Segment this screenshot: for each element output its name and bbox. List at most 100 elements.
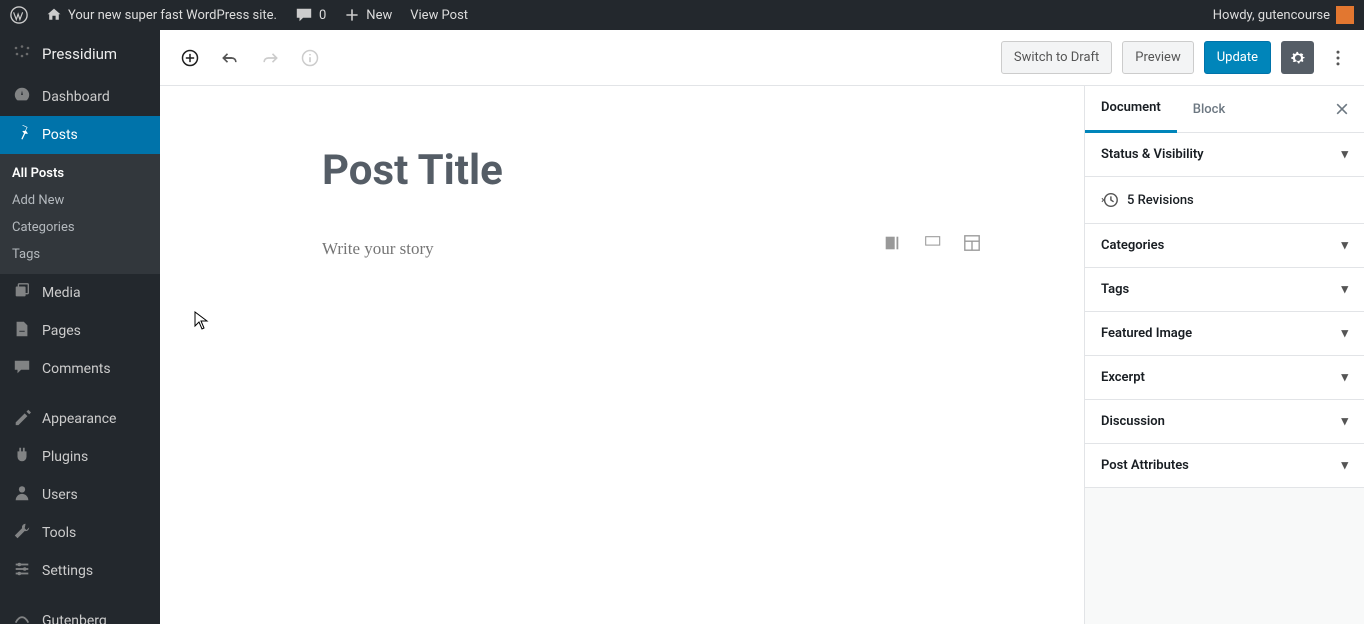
dashboard-icon xyxy=(12,86,32,108)
submenu-tags[interactable]: Tags xyxy=(0,241,160,268)
menu-plugins[interactable]: Plugins xyxy=(0,438,160,476)
page-icon xyxy=(12,320,32,342)
menu-plugins-label: Plugins xyxy=(42,449,88,465)
appearance-icon xyxy=(12,408,32,430)
menu-posts[interactable]: Posts xyxy=(0,116,160,154)
panel-tags[interactable]: Tags▾ xyxy=(1085,268,1364,312)
editor: Switch to Draft Preview Update xyxy=(160,30,1364,624)
chevron-down-icon: ▾ xyxy=(1341,326,1348,341)
menu-dashboard-label: Dashboard xyxy=(42,89,110,105)
menu-comments[interactable]: Comments xyxy=(0,350,160,388)
redo-button[interactable] xyxy=(252,40,288,76)
howdy-text: Howdy, gutencourse xyxy=(1213,8,1330,23)
menu-media-label: Media xyxy=(42,285,81,301)
menu-media[interactable]: Media xyxy=(0,274,160,312)
settings-tabs: Document Block xyxy=(1085,86,1364,133)
new-link[interactable]: New xyxy=(344,7,392,23)
panel-attributes[interactable]: Post Attributes▾ xyxy=(1085,444,1364,488)
chevron-down-icon: ▾ xyxy=(1341,147,1348,162)
settings-toggle-button[interactable] xyxy=(1281,41,1314,74)
cursor-icon xyxy=(194,311,210,331)
site-link[interactable]: Your new super fast WordPress site. xyxy=(46,7,277,23)
brand-item[interactable]: Pressidium xyxy=(0,30,160,78)
posts-submenu: All Posts Add New Categories Tags xyxy=(0,154,160,274)
history-icon xyxy=(1101,191,1119,209)
kebab-icon xyxy=(1328,48,1348,68)
menu-pages-label: Pages xyxy=(42,323,81,339)
panel-revisions[interactable]: 5 Revisions xyxy=(1085,177,1364,224)
post-title-input[interactable] xyxy=(322,146,922,195)
editor-header: Switch to Draft Preview Update xyxy=(160,30,1364,86)
switch-to-draft-button[interactable]: Switch to Draft xyxy=(1001,41,1112,74)
submenu-all-posts[interactable]: All Posts xyxy=(0,160,160,187)
media-icon xyxy=(12,282,32,304)
comment-icon xyxy=(295,6,313,24)
update-button[interactable]: Update xyxy=(1204,41,1271,74)
chevron-down-icon: ▾ xyxy=(1341,370,1348,385)
chevron-down-icon: ▾ xyxy=(1341,282,1348,297)
comments-icon xyxy=(12,358,32,380)
info-button[interactable] xyxy=(292,40,328,76)
more-menu-button[interactable] xyxy=(1324,40,1352,76)
menu-gutenberg-label: Gutenberg xyxy=(42,613,107,624)
panel-discussion[interactable]: Discussion▾ xyxy=(1085,400,1364,444)
menu-pages[interactable]: Pages xyxy=(0,312,160,350)
tools-icon xyxy=(12,522,32,544)
pin-icon xyxy=(12,124,32,146)
plugin-icon xyxy=(12,446,32,468)
gutenberg-icon xyxy=(12,610,32,624)
settings-panel: Document Block Status & Visibility▾ 5 Re… xyxy=(1084,86,1364,624)
chevron-down-icon: ▾ xyxy=(1341,238,1348,253)
chevron-down-icon: ▾ xyxy=(1341,458,1348,473)
brand-icon xyxy=(12,42,32,66)
site-name: Your new super fast WordPress site. xyxy=(68,8,277,23)
gear-icon xyxy=(1289,49,1307,67)
menu-gutenberg[interactable]: Gutenberg xyxy=(0,602,160,624)
admin-bar-left: Your new super fast WordPress site. 0 Ne… xyxy=(10,6,468,24)
tab-document[interactable]: Document xyxy=(1085,86,1177,133)
howdy-link[interactable]: Howdy, gutencourse xyxy=(1213,6,1354,24)
brand-label: Pressidium xyxy=(42,45,117,63)
layout-full-icon[interactable] xyxy=(962,233,982,253)
menu-users[interactable]: Users xyxy=(0,476,160,514)
menu-settings[interactable]: Settings xyxy=(0,552,160,590)
comments-link[interactable]: 0 xyxy=(295,6,326,24)
panel-featured[interactable]: Featured Image▾ xyxy=(1085,312,1364,356)
users-icon xyxy=(12,484,32,506)
menu-appearance-label: Appearance xyxy=(42,411,116,427)
comments-count: 0 xyxy=(319,8,326,23)
layout-wide-icon[interactable] xyxy=(922,233,942,253)
panel-excerpt[interactable]: Excerpt▾ xyxy=(1085,356,1364,400)
submenu-categories[interactable]: Categories xyxy=(0,214,160,241)
settings-icon xyxy=(12,560,32,582)
paragraph-input[interactable] xyxy=(322,239,922,259)
avatar xyxy=(1336,6,1354,24)
wp-logo[interactable] xyxy=(10,6,28,24)
menu-comments-label: Comments xyxy=(42,361,111,377)
chevron-down-icon: ▾ xyxy=(1341,414,1348,429)
panel-categories[interactable]: Categories▾ xyxy=(1085,224,1364,268)
post-title-wrap xyxy=(322,146,922,195)
panel-status[interactable]: Status & Visibility▾ xyxy=(1085,133,1364,177)
close-settings-button[interactable] xyxy=(1330,97,1354,121)
paragraph-block[interactable] xyxy=(322,239,922,259)
tab-block[interactable]: Block xyxy=(1177,86,1241,133)
new-label: New xyxy=(366,8,392,23)
admin-bar-right: Howdy, gutencourse xyxy=(1213,6,1354,24)
menu-settings-label: Settings xyxy=(42,563,93,579)
admin-bar: Your new super fast WordPress site. 0 Ne… xyxy=(0,0,1364,30)
menu-users-label: Users xyxy=(42,487,78,503)
add-block-button[interactable] xyxy=(172,40,208,76)
layout-stack-icon[interactable] xyxy=(882,233,902,253)
home-icon xyxy=(46,7,62,23)
submenu-add-new[interactable]: Add New xyxy=(0,187,160,214)
menu-dashboard[interactable]: Dashboard xyxy=(0,78,160,116)
block-layout-controls xyxy=(882,233,982,253)
menu-tools[interactable]: Tools xyxy=(0,514,160,552)
editor-canvas[interactable] xyxy=(160,86,1084,624)
undo-button[interactable] xyxy=(212,40,248,76)
menu-appearance[interactable]: Appearance xyxy=(0,400,160,438)
view-post-link[interactable]: View Post xyxy=(410,8,468,23)
menu-tools-label: Tools xyxy=(42,525,76,541)
preview-button[interactable]: Preview xyxy=(1122,41,1193,74)
